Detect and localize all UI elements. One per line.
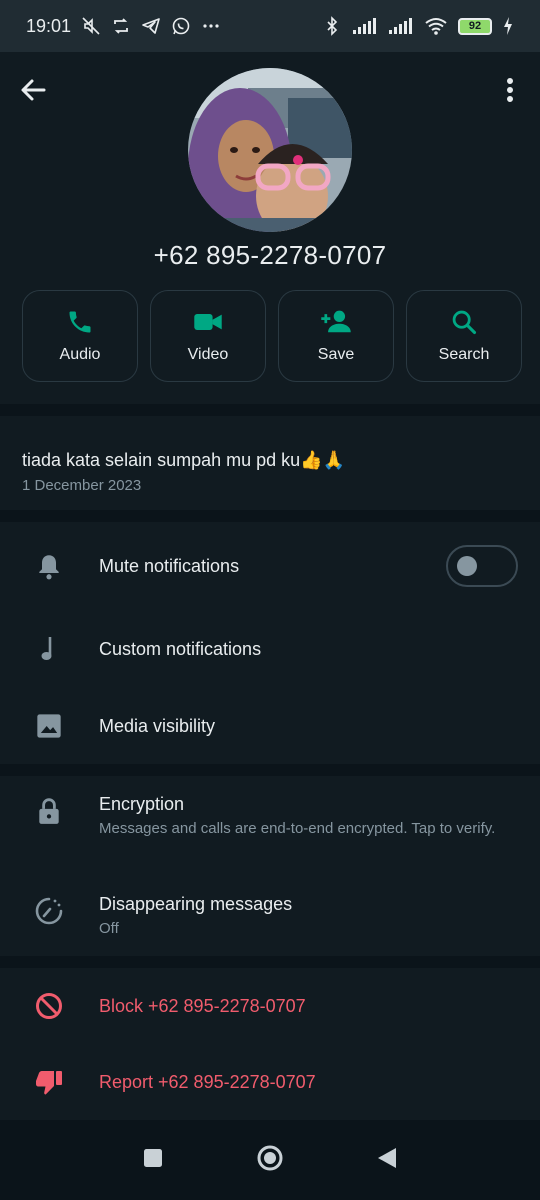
- save-contact-button[interactable]: Save: [278, 290, 394, 382]
- contact-header: +62 895-2278-0707 Audio Video Save Searc…: [0, 52, 540, 404]
- divider: [0, 956, 540, 968]
- search-button[interactable]: Search: [406, 290, 522, 382]
- block-icon: [34, 991, 64, 1021]
- battery-icon: 92: [458, 17, 492, 35]
- system-nav-bar: [0, 1120, 540, 1200]
- sync-icon: [111, 16, 131, 36]
- media-visibility-label: Media visibility: [99, 715, 216, 736]
- contact-phone-number: +62 895-2278-0707: [153, 240, 387, 270]
- disappearing-messages-row[interactable]: Disappearing messages Off: [0, 870, 540, 956]
- encryption-label: Encryption: [99, 794, 185, 814]
- mute-toggle[interactable]: [446, 545, 518, 587]
- disappearing-messages-status: Off: [99, 920, 119, 937]
- custom-notifications-row[interactable]: Custom notifications: [0, 610, 540, 688]
- bluetooth-icon: [322, 16, 342, 36]
- wifi-icon: [424, 16, 448, 36]
- action-buttons: Audio Video Save Search: [22, 290, 522, 382]
- mute-icon: [81, 16, 101, 36]
- music-note-icon: [34, 634, 64, 664]
- video-label: Video: [187, 346, 229, 363]
- charging-icon: [502, 16, 514, 36]
- block-label: Block +62 895-2278-0707: [99, 995, 306, 1016]
- signal-icon: [388, 16, 414, 36]
- search-label: Search: [438, 346, 490, 363]
- divider: [0, 404, 540, 416]
- about-section[interactable]: tiada kata selain sumpah mu pd ku👍🙏 1 De…: [0, 416, 540, 510]
- encryption-row[interactable]: Encryption Messages and calls are end-to…: [0, 776, 540, 870]
- bell-icon: [34, 551, 64, 581]
- back-icon[interactable]: [376, 1146, 398, 1175]
- signal-icon: [352, 16, 378, 36]
- videocam-icon: [194, 314, 222, 330]
- disappearing-messages-label: Disappearing messages: [99, 894, 293, 914]
- thumbs-down-icon: [34, 1067, 64, 1097]
- timer-icon: [34, 896, 64, 926]
- arrow-left-icon: [21, 79, 46, 101]
- home-icon[interactable]: [256, 1144, 284, 1177]
- whatsapp-icon: [171, 16, 191, 36]
- add-person-icon: [321, 310, 351, 333]
- audio-call-button[interactable]: Audio: [22, 290, 138, 382]
- mute-notifications-row[interactable]: Mute notifications: [0, 522, 540, 610]
- report-contact-row[interactable]: Report +62 895-2278-0707: [0, 1044, 540, 1120]
- status-time: 19:01: [26, 15, 72, 36]
- report-label: Report +62 895-2278-0707: [99, 1071, 316, 1092]
- block-contact-row[interactable]: Block +62 895-2278-0707: [0, 968, 540, 1044]
- mute-notifications-label: Mute notifications: [99, 555, 240, 576]
- about-date: 1 December 2023: [22, 477, 142, 494]
- toggle-knob: [457, 556, 477, 576]
- about-text: tiada kata selain sumpah mu pd ku👍🙏: [22, 450, 345, 470]
- divider: [0, 510, 540, 522]
- audio-label: Audio: [59, 346, 101, 363]
- contact-info-screen: 19:01 92 +62 895-2278-0707 Audio Video S…: [0, 0, 540, 1200]
- more-options-button[interactable]: [494, 72, 526, 108]
- phone-icon: [69, 311, 91, 333]
- status-bar: 19:01 92: [0, 0, 540, 52]
- lock-icon: [34, 796, 64, 826]
- contact-avatar[interactable]: [188, 68, 352, 232]
- image-icon: [34, 711, 64, 741]
- search-icon: [452, 310, 477, 335]
- save-label: Save: [317, 346, 355, 363]
- more-dots-icon: [201, 16, 221, 36]
- divider: [0, 764, 540, 776]
- encryption-description: Messages and calls are end-to-end encryp…: [99, 820, 496, 837]
- media-visibility-row[interactable]: Media visibility: [0, 688, 540, 764]
- telegram-icon: [141, 16, 161, 36]
- custom-notifications-label: Custom notifications: [99, 638, 262, 659]
- more-vertical-icon: [507, 78, 513, 102]
- video-call-button[interactable]: Video: [150, 290, 266, 382]
- recents-icon[interactable]: [142, 1147, 164, 1174]
- back-button[interactable]: [16, 72, 52, 108]
